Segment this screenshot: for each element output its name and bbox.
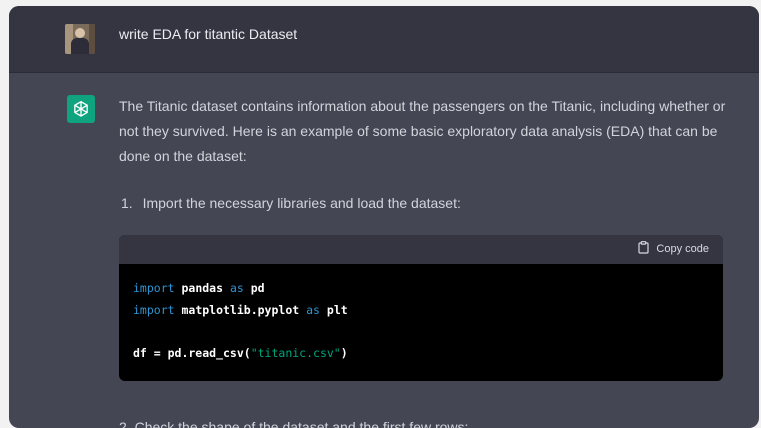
code-content: import pandas as pd import matplotlib.py… (119, 264, 723, 364)
code-alias: plt (319, 302, 348, 317)
openai-logo-icon (67, 95, 95, 123)
code-keyword: as (306, 302, 320, 317)
code-statement-end: ) (340, 345, 348, 360)
user-message-row: write EDA for titantic Dataset (9, 6, 759, 73)
user-avatar (65, 24, 95, 54)
step-text: Check the shape of the dataset and the f… (134, 419, 469, 428)
copy-code-label: Copy code (656, 243, 709, 255)
step-number: 2. (119, 419, 131, 428)
code-keyword: import (133, 281, 175, 295)
step-1: 1. Import the necessary libraries and lo… (119, 192, 461, 214)
code-keyword: import (133, 302, 175, 317)
code-module: pandas (174, 281, 230, 295)
chat-window: write EDA for titantic Dataset The Titan… (9, 6, 759, 428)
code-statement: df = pd.read_csv( (133, 345, 251, 360)
code-string: "titanic.csv" (250, 345, 341, 360)
clipboard-icon (638, 241, 656, 257)
code-block: Copy code import pandas as pd import mat… (119, 235, 723, 381)
assistant-paragraph: The Titanic dataset contains information… (119, 98, 726, 164)
step-text: Import the necessary libraries and load … (142, 195, 461, 211)
copy-code-button[interactable]: Copy code (638, 241, 709, 257)
user-message-text: write EDA for titantic Dataset (119, 26, 298, 42)
step-2: 2. Check the shape of the dataset and th… (119, 416, 468, 428)
code-header: Copy code (119, 235, 723, 264)
step-number: 1. (121, 195, 133, 211)
code-module: matplotlib.pyplot (174, 302, 307, 317)
code-keyword: as (229, 281, 244, 295)
code-alias: pd (243, 281, 265, 295)
